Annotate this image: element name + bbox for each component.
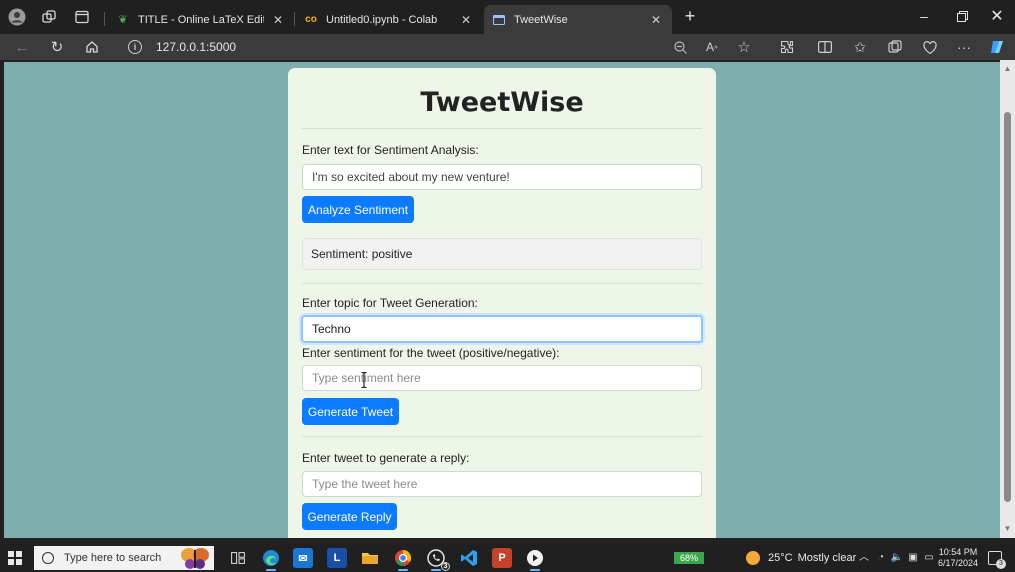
reply-label: Enter tweet to generate a reply: xyxy=(302,451,470,465)
page-title: TweetWise xyxy=(420,87,584,118)
powerpoint-icon[interactable]: P xyxy=(492,548,512,568)
whatsapp-icon[interactable]: 3 xyxy=(426,548,450,571)
task-view-icon[interactable] xyxy=(228,548,248,568)
wifi-icon[interactable]: ◔ xyxy=(874,551,888,565)
site-info-icon[interactable]: i xyxy=(128,40,142,54)
battery-tray-icon[interactable]: ▭ xyxy=(922,551,936,565)
close-tab-icon[interactable]: ✕ xyxy=(648,13,664,27)
close-window-icon[interactable]: ✕ xyxy=(985,6,1009,26)
sentiment-analysis-label: Enter text for Sentiment Analysis: xyxy=(302,143,479,157)
collections-icon[interactable] xyxy=(885,37,905,57)
page-background: TweetWise Enter text for Sentiment Analy… xyxy=(4,62,1000,538)
read-aloud-icon[interactable]: A» xyxy=(702,37,722,57)
tab-tweetwise[interactable]: TweetWise ✕ xyxy=(484,5,672,34)
volume-icon[interactable]: 🔈 xyxy=(890,551,904,565)
browser-tab-strip: ❦ TITLE - Online LaTeX Editor Overl ✕ co… xyxy=(0,0,1015,34)
copilot-icon[interactable] xyxy=(987,37,1007,57)
scroll-up-icon[interactable]: ▲ xyxy=(1003,64,1012,73)
close-tab-icon[interactable]: ✕ xyxy=(270,13,286,27)
notification-count: 3 xyxy=(996,559,1006,569)
tweet-topic-label: Enter topic for Tweet Generation: xyxy=(302,296,478,310)
sentiment-result: Sentiment: positive xyxy=(302,238,702,270)
page-icon xyxy=(492,13,506,27)
sentiment-text-input[interactable]: I'm so excited about my new venture! xyxy=(302,164,702,190)
butterfly-search-highlight-icon xyxy=(181,548,209,569)
lync-l-icon[interactable]: L xyxy=(327,548,347,568)
generate-tweet-button[interactable]: Generate Tweet xyxy=(302,398,399,425)
vertical-scrollbar[interactable]: ▲ ▼ xyxy=(1000,60,1015,538)
address-bar[interactable]: i 127.0.0.1:5000 xyxy=(116,35,762,59)
meet-now-icon[interactable]: ▣ xyxy=(906,551,920,565)
tab-separator xyxy=(294,12,295,26)
extensions-icon[interactable] xyxy=(777,37,797,57)
system-clock[interactable]: 10:54 PM 6/17/2024 xyxy=(935,547,981,569)
favorites-icon[interactable]: ✩ xyxy=(850,37,870,57)
home-icon[interactable] xyxy=(81,36,103,58)
weather-widget[interactable]: 25°C Mostly clear xyxy=(746,548,856,568)
colab-icon: co xyxy=(305,14,317,25)
clock-time: 10:54 PM xyxy=(938,547,978,557)
divider xyxy=(302,283,702,284)
url-text: 127.0.0.1:5000 xyxy=(156,40,237,54)
edge-browser-icon[interactable] xyxy=(261,548,281,571)
divider xyxy=(302,128,702,129)
whatsapp-badge: 3 xyxy=(441,562,450,571)
tweet-sentiment-label: Enter sentiment for the tweet (positive/… xyxy=(302,346,560,360)
profile-icon[interactable] xyxy=(6,6,28,28)
search-placeholder: Type here to search xyxy=(64,552,162,564)
file-explorer-icon[interactable] xyxy=(360,548,380,568)
notification-center-icon[interactable]: 3 xyxy=(988,551,1006,569)
windows-start-icon[interactable] xyxy=(8,551,22,565)
tab-title: TITLE - Online LaTeX Editor Overl xyxy=(138,13,264,26)
tab-title: TweetWise xyxy=(514,13,568,26)
weather-temp: 25°C xyxy=(768,552,793,564)
browser-viewport: TweetWise Enter text for Sentiment Analy… xyxy=(0,60,1015,538)
text-cursor-icon xyxy=(361,372,367,388)
chrome-icon[interactable] xyxy=(393,548,413,571)
analyze-sentiment-button[interactable]: Analyze Sentiment xyxy=(302,196,414,223)
clock-date: 6/17/2024 xyxy=(937,558,979,568)
overleaf-icon: ❦ xyxy=(118,14,128,26)
windows-taskbar: Type here to search ✉ L 3 P 68% 25°C Mos… xyxy=(0,544,1015,572)
tab-overleaf[interactable]: ❦ TITLE - Online LaTeX Editor Overl ✕ xyxy=(108,5,294,34)
tab-title: Untitled0.ipynb - Colab xyxy=(326,13,438,26)
reply-tweet-input[interactable]: Type the tweet here xyxy=(302,471,702,497)
app-card: TweetWise Enter text for Sentiment Analy… xyxy=(288,68,716,538)
refresh-icon[interactable]: ↻ xyxy=(46,36,68,58)
generate-reply-button[interactable]: Generate Reply xyxy=(302,503,397,530)
back-icon[interactable]: ← xyxy=(11,36,33,58)
divider xyxy=(302,436,702,437)
tab-actions-icon[interactable] xyxy=(71,6,93,28)
media-player-icon[interactable] xyxy=(525,548,545,571)
tab-separator xyxy=(104,12,105,26)
weather-icon xyxy=(746,551,760,565)
close-tab-icon[interactable]: ✕ xyxy=(458,13,474,27)
minimize-icon[interactable]: – xyxy=(912,6,936,26)
scrollbar-thumb[interactable] xyxy=(1004,112,1011,502)
more-menu-icon[interactable]: ··· xyxy=(954,37,974,57)
zoom-icon[interactable] xyxy=(670,37,690,57)
browser-toolbar: ← ↻ i 127.0.0.1:5000 A» ☆ ✩ ··· xyxy=(0,34,1015,60)
favorite-star-icon[interactable]: ☆ xyxy=(734,37,754,57)
tab-colab[interactable]: co Untitled0.ipynb - Colab ✕ xyxy=(296,5,482,34)
show-hidden-icons-icon[interactable]: ︿ xyxy=(857,551,871,565)
battery-indicator[interactable]: 68% xyxy=(674,552,704,564)
scroll-down-icon[interactable]: ▼ xyxy=(1003,524,1012,533)
workspaces-icon[interactable] xyxy=(38,6,60,28)
vscode-icon[interactable] xyxy=(459,548,479,568)
tweet-topic-input[interactable]: Techno xyxy=(301,315,703,343)
mail-icon[interactable]: ✉ xyxy=(293,548,313,568)
browser-essentials-icon[interactable] xyxy=(920,37,940,57)
restore-icon[interactable] xyxy=(950,6,974,26)
weather-text: Mostly clear xyxy=(797,552,857,564)
split-screen-icon[interactable] xyxy=(815,37,835,57)
search-icon xyxy=(42,552,54,564)
new-tab-button[interactable]: + xyxy=(678,6,702,26)
